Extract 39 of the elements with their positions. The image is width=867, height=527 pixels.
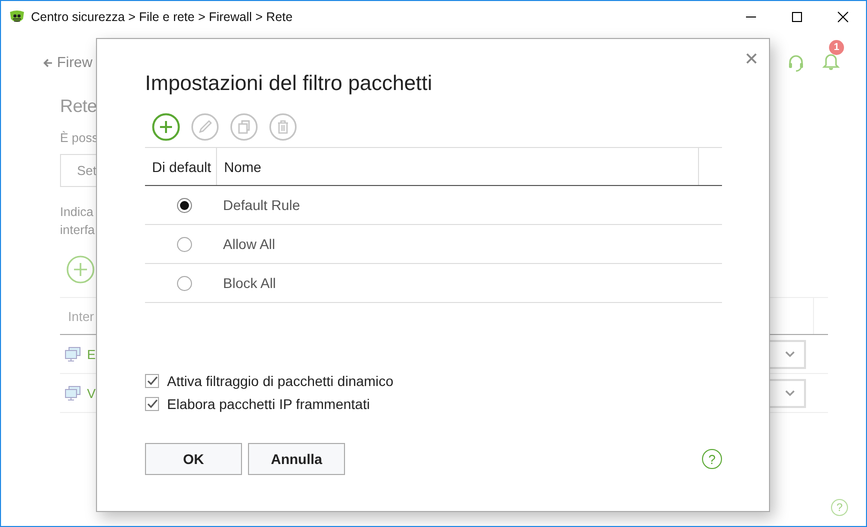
- checkbox-label: Attiva filtraggio di pacchetti dinamico: [167, 373, 394, 389]
- checkbox[interactable]: [145, 374, 159, 388]
- checkbox-label: Elabora pacchetti IP frammentati: [167, 396, 370, 412]
- radio-button[interactable]: [177, 236, 192, 252]
- bell-icon[interactable]: [822, 52, 840, 70]
- hint-text: interfa: [60, 222, 95, 239]
- maximize-icon: [791, 10, 803, 22]
- rule-name: Block All: [222, 275, 276, 291]
- interface-name[interactable]: E: [87, 346, 96, 362]
- column-header: Inter: [67, 308, 94, 324]
- monitor-icon: [65, 386, 81, 400]
- help-button[interactable]: ?: [702, 449, 722, 469]
- back-link[interactable]: Firew: [57, 55, 92, 71]
- close-button[interactable]: [746, 53, 759, 66]
- page-heading: Rete: [60, 96, 97, 117]
- hint-text: Indica: [60, 204, 94, 221]
- app-logo-icon: [9, 8, 25, 24]
- notification-badge: 1: [829, 40, 844, 54]
- chevron-down-icon: [785, 351, 795, 357]
- ok-button[interactable]: OK: [145, 443, 242, 475]
- interface-name[interactable]: V: [87, 386, 96, 400]
- radio-button[interactable]: [177, 276, 192, 290]
- monitor-icon: [65, 346, 81, 362]
- close-icon: [837, 10, 849, 22]
- checkbox[interactable]: [145, 397, 159, 411]
- rule-name: Allow All: [222, 236, 276, 252]
- rule-name: Default Rule: [222, 197, 300, 213]
- cancel-button[interactable]: Annulla: [248, 443, 345, 475]
- add-icon[interactable]: [152, 113, 180, 141]
- column-header: Di default: [145, 148, 217, 185]
- radio-button[interactable]: [177, 198, 192, 212]
- window-title: Centro sicurezza > File e rete > Firewall > Rete: [31, 10, 293, 24]
- headset-icon[interactable]: [787, 54, 805, 72]
- back-arrow-icon[interactable]: [43, 58, 53, 68]
- add-icon[interactable]: [66, 255, 95, 284]
- chevron-down-icon: [785, 390, 795, 396]
- dialog-title: Impostazioni del filtro pacchetti: [145, 72, 434, 96]
- help-button[interactable]: ?: [831, 499, 848, 516]
- column-header: Nome: [223, 158, 262, 176]
